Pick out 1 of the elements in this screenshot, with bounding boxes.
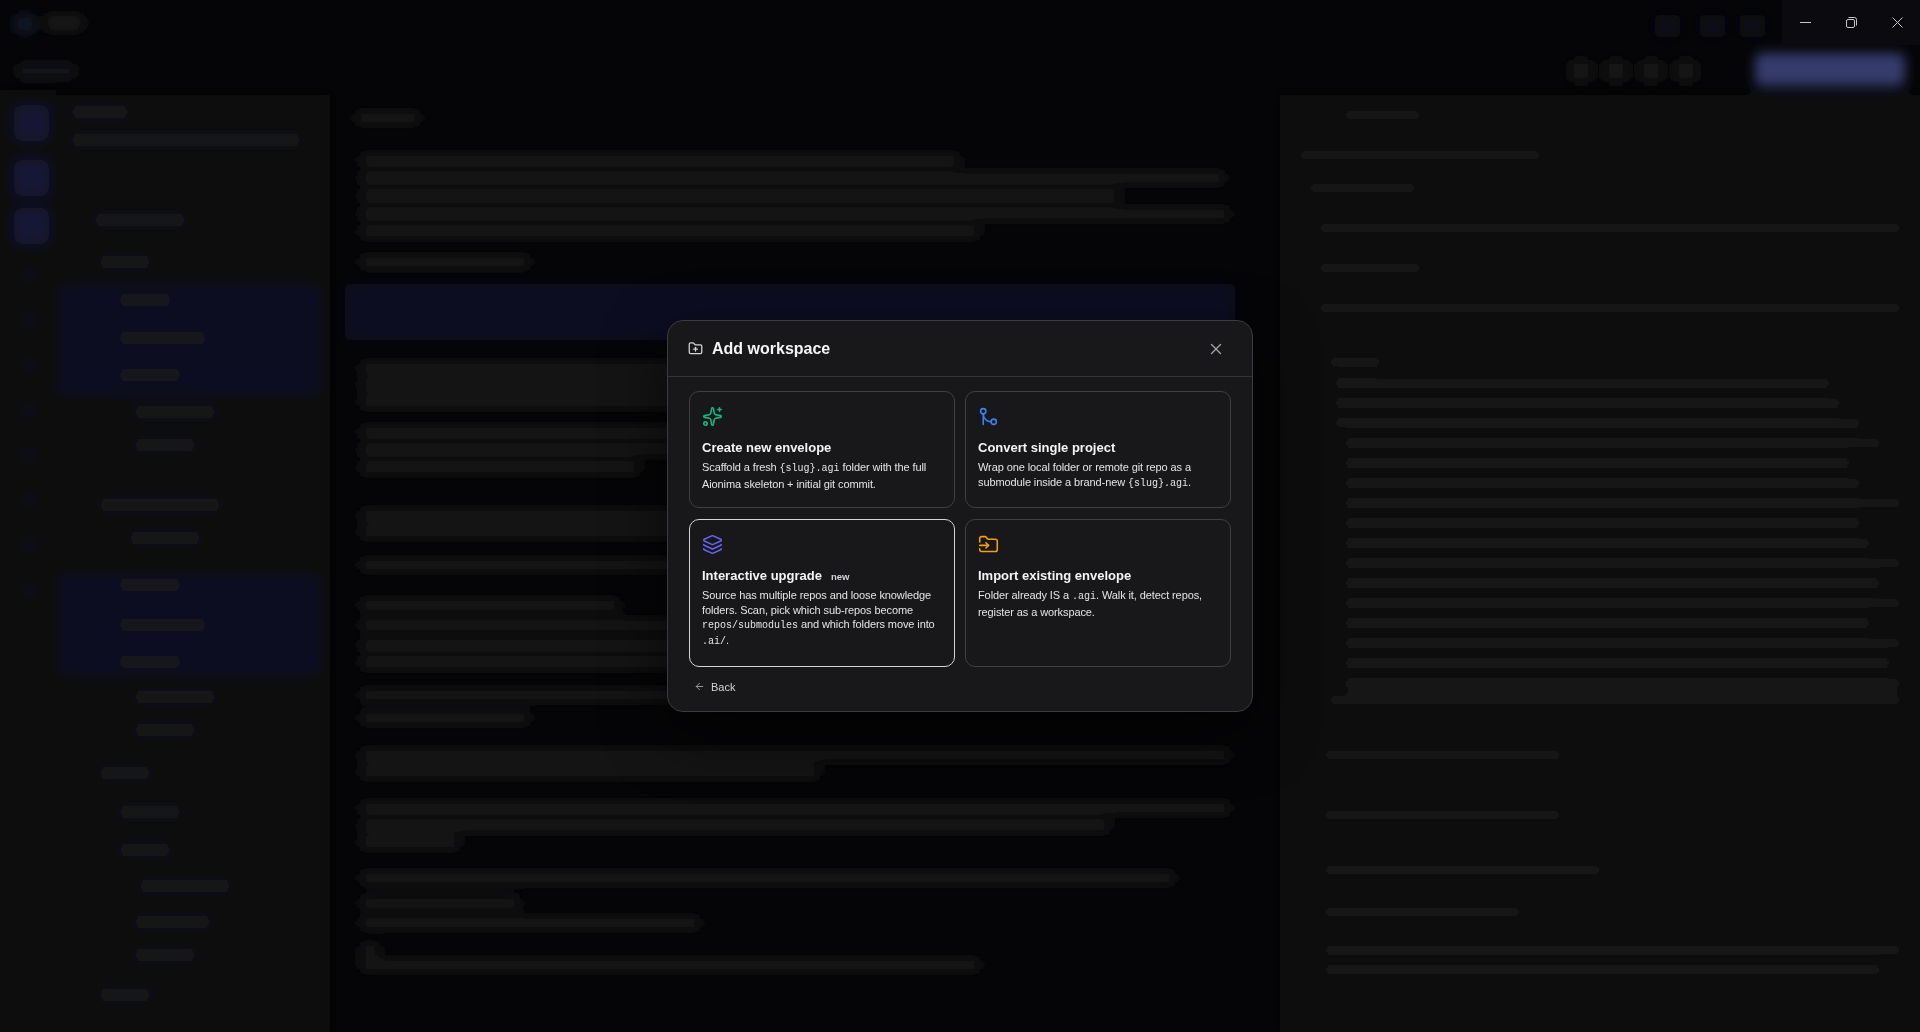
card-description: Source has multiple repos and loose knowledge folders. Scan, pick which sub-repos become repos/submodules and which folders move into .ai/.: [702, 588, 936, 650]
